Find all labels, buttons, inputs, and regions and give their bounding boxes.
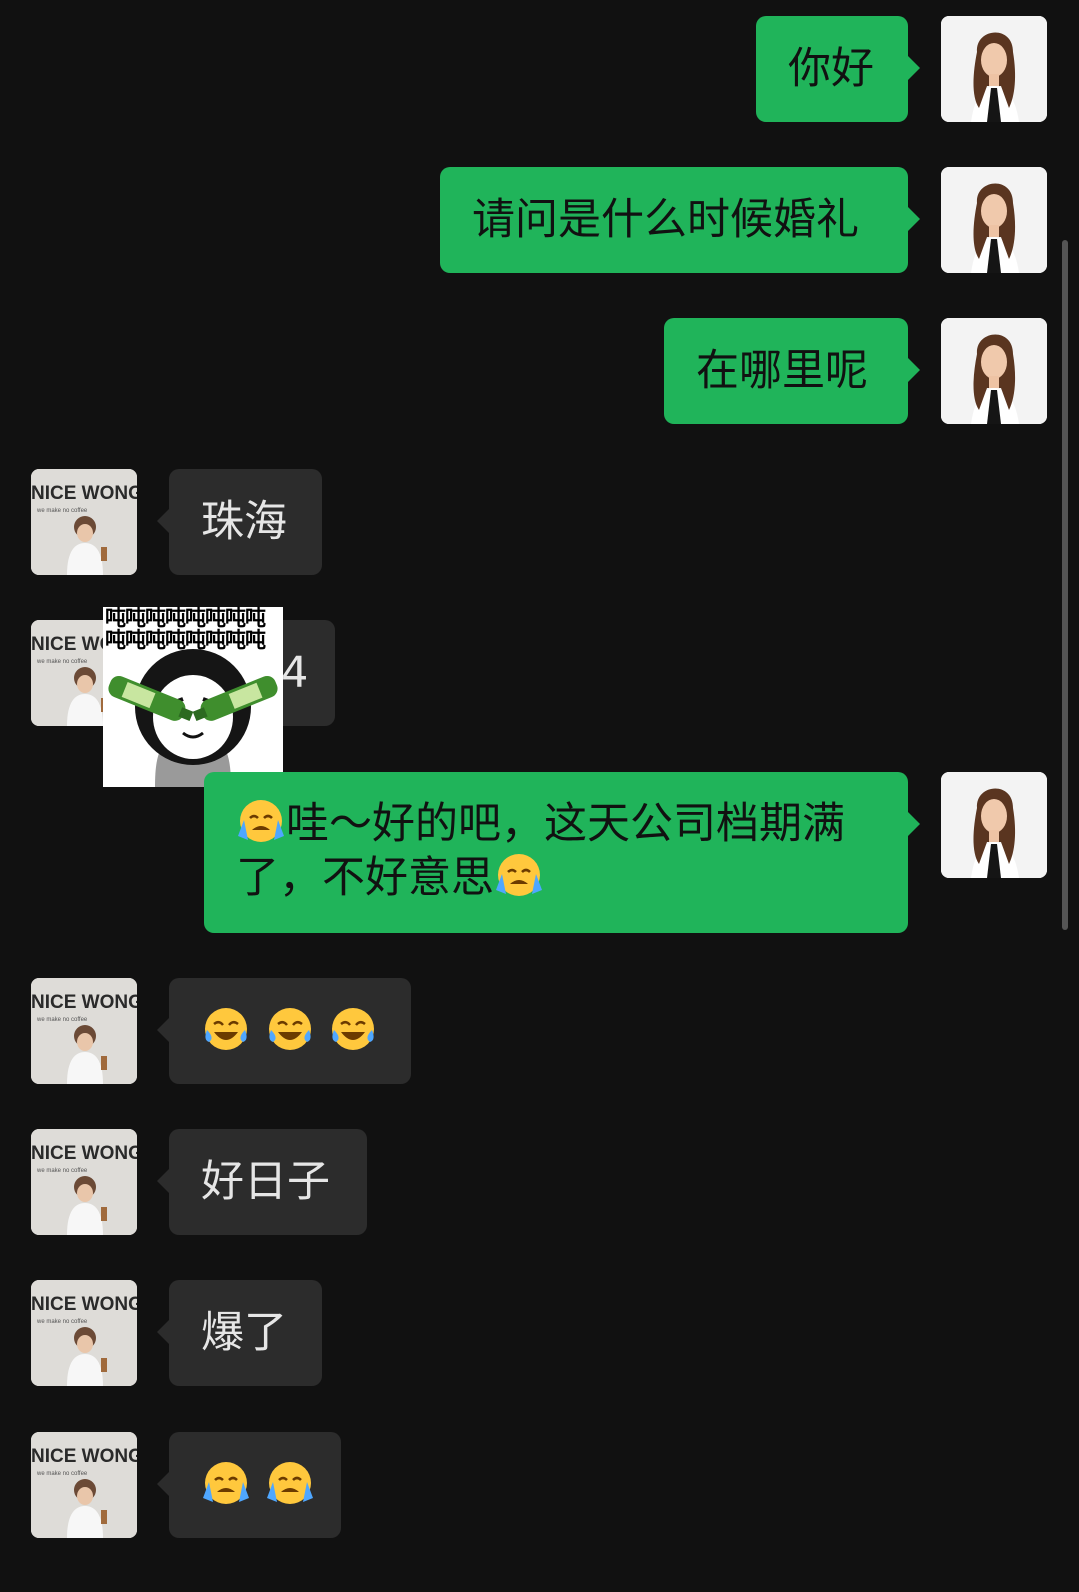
message-bubble-incoming[interactable]	[157, 978, 411, 1084]
message-line-1: 哇～好的吧，这天公司档期满	[236, 796, 876, 850]
message-bubble-incoming[interactable]: 珠海	[157, 469, 322, 575]
svg-text:we make no coffee: we make no coffee	[36, 508, 88, 514]
chat-area[interactable]: 你好 请问是什么时候婚礼 在哪里呢 NICE WONG we make no c…	[0, 0, 1079, 1592]
loudly-crying-icon	[236, 796, 286, 846]
message-bubble-outgoing[interactable]: 请问是什么时候婚礼	[440, 167, 920, 273]
svg-text:we make no coffee: we make no coffee	[36, 1017, 88, 1023]
my-avatar[interactable]	[941, 16, 1047, 122]
message-text: 你好	[788, 44, 874, 94]
contact-avatar[interactable]: NICE WONG we make no coffee	[31, 1129, 137, 1235]
sticker-image[interactable]: 吨吨吨吨吨吨吨吨吨吨吨吨吨吨吨吨	[103, 607, 283, 787]
message-text: 珠海	[201, 497, 287, 547]
contact-avatar[interactable]: NICE WONG we make no coffee	[31, 1432, 137, 1538]
contact-photo-image: NICE WONG we make no coffee	[31, 1432, 137, 1538]
message-bubble-outgoing[interactable]: 你好	[756, 16, 920, 122]
tears-of-joy-icon	[328, 1004, 378, 1054]
svg-text:NICE WONG: NICE WONG	[31, 1446, 137, 1467]
svg-text:we make no coffee: we make no coffee	[36, 659, 88, 665]
tears-of-joy-icon	[265, 1004, 315, 1054]
message-text: 4	[281, 648, 309, 698]
loudly-crying-icon	[494, 850, 544, 900]
my-avatar[interactable]	[941, 167, 1047, 273]
svg-text:NICE WONG: NICE WONG	[31, 1143, 137, 1164]
message-line-2: 了，不好意思	[236, 850, 876, 904]
contact-avatar[interactable]: NICE WONG we make no coffee	[31, 469, 137, 575]
message-text: 在哪里呢	[696, 346, 868, 396]
message-bubble-incoming[interactable]: 好日子	[157, 1129, 367, 1235]
loudly-crying-icon	[201, 1458, 251, 1508]
svg-text:we make no coffee: we make no coffee	[36, 1319, 88, 1325]
contact-photo-image: NICE WONG we make no coffee	[31, 1129, 137, 1235]
my-avatar[interactable]	[941, 318, 1047, 424]
message-text: 爆了	[201, 1308, 287, 1358]
svg-text:we make no coffee: we make no coffee	[36, 1471, 88, 1477]
message-text: 哇～好的吧，这天公司档期满	[286, 799, 845, 849]
message-bubble-incoming[interactable]: 爆了	[157, 1280, 322, 1386]
my-avatar[interactable]	[941, 772, 1047, 878]
message-bubble-incoming[interactable]	[157, 1432, 341, 1538]
svg-text:we make no coffee: we make no coffee	[36, 1168, 88, 1174]
message-text: 请问是什么时候婚礼	[472, 195, 859, 245]
woman-portrait-image	[941, 167, 1047, 273]
message-text: 了，不好意思	[236, 853, 494, 903]
contact-photo-image: NICE WONG we make no coffee	[31, 978, 137, 1084]
contact-photo-image: NICE WONG we make no coffee	[31, 469, 137, 575]
meme-face-drinking-icon	[108, 649, 278, 787]
message-bubble-outgoing[interactable]: 哇～好的吧，这天公司档期满 了，不好意思	[204, 772, 920, 933]
message-text: 好日子	[201, 1157, 330, 1207]
loudly-crying-icon	[265, 1458, 315, 1508]
woman-portrait-image	[941, 16, 1047, 122]
message-bubble-outgoing[interactable]: 在哪里呢	[664, 318, 920, 424]
tears-of-joy-icon	[201, 1004, 251, 1054]
svg-text:NICE WONG: NICE WONG	[31, 483, 137, 504]
contact-photo-image: NICE WONG we make no coffee	[31, 1280, 137, 1386]
woman-portrait-image	[941, 318, 1047, 424]
contact-avatar[interactable]: NICE WONG we make no coffee	[31, 1280, 137, 1386]
svg-text:NICE WONG: NICE WONG	[31, 992, 137, 1013]
contact-avatar[interactable]: NICE WONG we make no coffee	[31, 978, 137, 1084]
scrollbar[interactable]	[1062, 240, 1068, 930]
woman-portrait-image	[941, 772, 1047, 878]
svg-text:NICE WONG: NICE WONG	[31, 1294, 137, 1315]
